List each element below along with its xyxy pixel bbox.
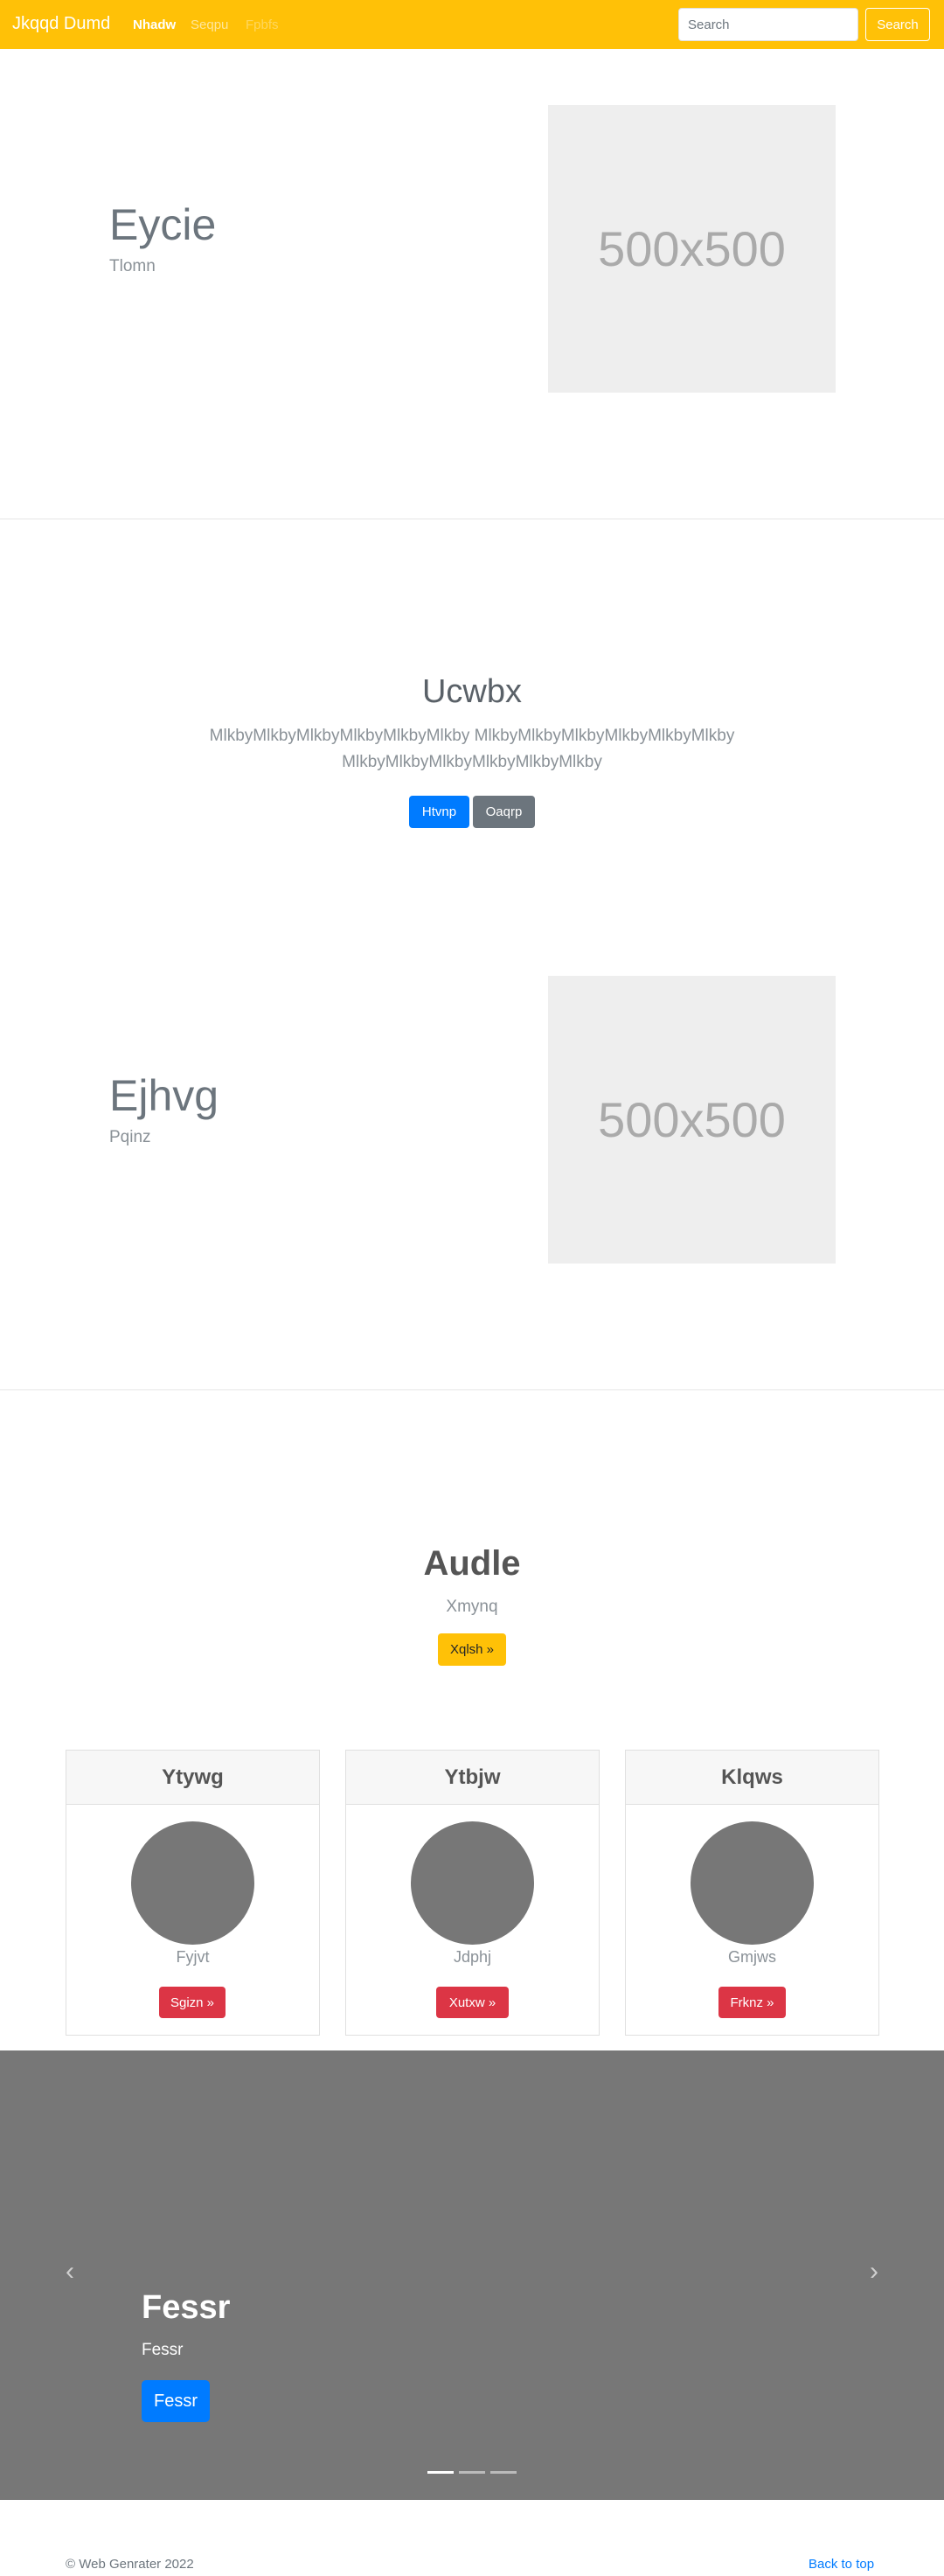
card-1: Ytywg Fyjvt Sgizn »	[66, 1750, 320, 2036]
top-navbar: Jkqqd Dumd Nhadw Seqpu Fpbfs Search	[0, 0, 944, 49]
nav-link-1[interactable]: Nhadw	[133, 17, 176, 32]
audle-subtitle: Xmynq	[446, 1598, 498, 1616]
card-3-header: Klqws	[626, 1751, 878, 1805]
avatar-icon	[131, 1821, 254, 1945]
nav-link-2[interactable]: Seqpu	[191, 17, 228, 32]
hero-1-image-label: 500x500	[598, 221, 786, 276]
carousel-title: Fessr	[142, 2289, 231, 2326]
center-title: Ucwbx	[421, 673, 523, 710]
card-1-name: Fyjvt	[176, 1948, 210, 1966]
card-1-header: Ytywg	[66, 1751, 319, 1805]
card-3-name: Gmjws	[728, 1948, 776, 1966]
audle-button[interactable]: Xqlsh »	[438, 1633, 506, 1666]
chevron-right-icon[interactable]: ›	[864, 2259, 885, 2285]
chevron-left-icon[interactable]: ‹	[59, 2259, 80, 2285]
carousel: ‹ › Fessr Fessr Fessr	[0, 2050, 944, 2500]
nav-link-3[interactable]: Fpbfs	[246, 17, 279, 32]
card-2-button[interactable]: Xutxw »	[436, 1987, 509, 2018]
hero-1-title: Eycie	[109, 200, 217, 249]
avatar-icon	[691, 1821, 814, 1945]
carousel-indicator-2[interactable]	[459, 2471, 485, 2474]
avatar-icon	[411, 1821, 534, 1945]
section-divider	[0, 1389, 944, 1390]
back-to-top-link[interactable]: Back to top	[809, 2557, 874, 2572]
carousel-subtitle: Fessr	[142, 2341, 184, 2359]
hero-2-image-label: 500x500	[598, 1092, 786, 1147]
audle-title: Audle	[423, 1544, 521, 1583]
search-button[interactable]: Search	[865, 8, 930, 41]
card-1-button[interactable]: Sgizn »	[159, 1987, 226, 2018]
hero-2-title: Ejhvg	[109, 1071, 219, 1120]
hero-2-subtitle: Pqinz	[109, 1128, 151, 1146]
card-3-button[interactable]: Frknz »	[718, 1987, 786, 2018]
card-3: Klqws Gmjws Frknz »	[625, 1750, 879, 2036]
card-2-header: Ytbjw	[346, 1751, 599, 1805]
carousel-button[interactable]: Fessr	[142, 2380, 210, 2422]
center-lead-text: MlkbyMlkbyMlkbyMlkbyMlkbyMlkby MlkbyMlkb…	[209, 727, 735, 771]
card-2-name: Jdphj	[453, 1948, 492, 1966]
hero-2-image: 500x500	[548, 976, 836, 1264]
secondary-button[interactable]: Oaqrp	[473, 796, 535, 828]
hero-1-subtitle: Tlomn	[109, 257, 156, 275]
hero-1-image: 500x500	[548, 105, 836, 393]
search-input[interactable]	[678, 8, 858, 41]
brand-logo[interactable]: Jkqqd Dumd	[12, 14, 110, 34]
primary-button[interactable]: Htvnp	[409, 796, 469, 828]
footer-copyright: © Web Genrater 2022	[66, 2557, 194, 2572]
card-2: Ytbjw Jdphj Xutxw »	[345, 1750, 600, 2036]
carousel-indicator-3[interactable]	[490, 2471, 517, 2474]
carousel-indicator-1[interactable]	[427, 2471, 454, 2474]
